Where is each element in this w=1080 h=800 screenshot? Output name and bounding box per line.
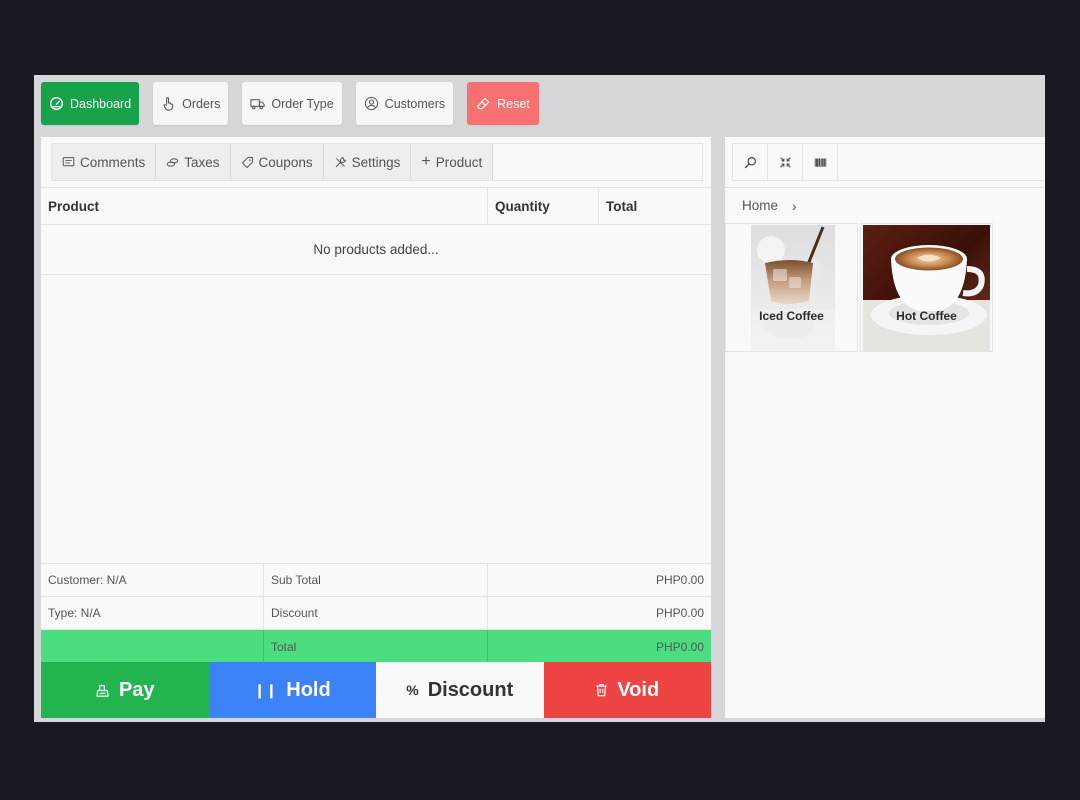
barcode-button[interactable] [803, 144, 838, 180]
eraser-icon [476, 97, 490, 110]
iced-coffee-image [751, 225, 835, 351]
cash-register-icon [96, 683, 109, 697]
search-button[interactable] [733, 144, 768, 180]
customer-value: Customer: N/A [41, 564, 264, 596]
pos-app: Dashboard Orders Order Type Customers Re… [34, 75, 1045, 722]
tab-product-label: Product [435, 154, 483, 170]
tab-coupons-label: Coupons [258, 154, 313, 170]
comment-icon [62, 156, 75, 166]
dashboard-button[interactable]: Dashboard [41, 82, 140, 125]
tab-coupons[interactable]: Coupons [230, 144, 324, 180]
summary-row-discount: Type: N/A Discount PHP0.00 [41, 597, 711, 630]
hot-coffee-image [863, 225, 990, 351]
column-total: Total [606, 198, 638, 214]
summary-row-total: Total PHP0.00 [41, 630, 711, 663]
order-type-label: Order Type [271, 96, 334, 111]
hold-label: Hold [286, 678, 331, 701]
pause-icon: ❙❙ [253, 681, 278, 698]
product-card-hot-coffee[interactable]: Hot Coffee [860, 223, 993, 352]
hold-button[interactable]: ❙❙ Hold [208, 662, 376, 718]
empty-cart-message: No products added... [41, 225, 711, 275]
void-label: Void [617, 678, 660, 701]
compress-icon [779, 156, 791, 168]
customers-label: Customers [384, 96, 446, 111]
product-card-iced-coffee[interactable]: Iced Coffee [725, 223, 858, 352]
discount-button-label: Discount [427, 678, 514, 701]
discount-label: Discount [264, 597, 488, 629]
top-toolbar: Dashboard Orders Order Type Customers Re… [41, 82, 539, 125]
tab-settings-label: Settings [351, 154, 401, 170]
tab-taxes-label: Taxes [184, 154, 220, 170]
customers-button[interactable]: Customers [355, 82, 454, 125]
collapse-button[interactable] [768, 144, 803, 180]
barcode-icon [814, 157, 826, 167]
column-quantity: Quantity [488, 188, 599, 224]
total-label: Total [264, 630, 488, 663]
chevron-right-icon: › [792, 197, 797, 214]
truck-icon [250, 99, 265, 110]
summary-row-subtotal: Customer: N/A Sub Total PHP0.00 [41, 564, 711, 597]
cart-tabs: Comments Taxes Coupons Settings + Produc… [51, 143, 703, 181]
plus-icon: + [421, 153, 431, 170]
breadcrumb: Home › [725, 187, 1045, 223]
product-grid: Iced Coffee Hot Coffee [725, 223, 993, 352]
cart-panel: Comments Taxes Coupons Settings + Produc… [41, 137, 711, 718]
trash-icon [596, 683, 608, 697]
reset-label: Reset [497, 96, 530, 111]
order-type-button[interactable]: Order Type [242, 82, 342, 125]
reset-button[interactable]: Reset [467, 82, 539, 125]
tab-taxes[interactable]: Taxes [156, 144, 231, 180]
column-product: Product [41, 188, 488, 224]
product-name: Iced Coffee [759, 309, 824, 323]
discount-value: PHP0.00 [655, 606, 704, 620]
search-icon [744, 156, 756, 168]
tab-comments[interactable]: Comments [52, 144, 157, 180]
percent-icon: % [406, 682, 419, 698]
orders-button[interactable]: Orders [153, 82, 229, 125]
coins-icon [166, 157, 179, 167]
cart-summary: Customer: N/A Sub Total PHP0.00 Type: N/… [41, 563, 711, 663]
hand-pointer-icon [163, 97, 174, 111]
catalog-toolbar [732, 143, 1045, 181]
orders-label: Orders [182, 96, 221, 111]
dashboard-label: Dashboard [70, 96, 132, 111]
tools-icon [335, 156, 346, 167]
order-type-value: Type: N/A [41, 597, 264, 629]
gauge-icon [49, 96, 64, 111]
cart-table-header: Product Quantity Total [41, 187, 711, 225]
subtotal-value: PHP0.00 [655, 573, 704, 587]
tab-add-product[interactable]: + Product [411, 144, 494, 180]
total-spacer [41, 630, 264, 663]
cart-actions: Pay ❙❙ Hold % Discount Void [41, 662, 711, 718]
tab-settings[interactable]: Settings [323, 144, 412, 180]
total-value: PHP0.00 [655, 639, 704, 654]
subtotal-label: Sub Total [264, 564, 488, 596]
tag-icon [241, 156, 253, 168]
pay-label: Pay [118, 678, 155, 701]
pay-button[interactable]: Pay [41, 662, 209, 718]
product-name: Hot Coffee [896, 309, 957, 323]
void-button[interactable]: Void [543, 662, 711, 718]
user-circle-icon [364, 96, 378, 111]
breadcrumb-home[interactable]: Home [742, 198, 778, 213]
catalog-panel: Home › Iced Coffee Hot Coffee [725, 137, 1045, 718]
tab-comments-label: Comments [80, 154, 146, 170]
discount-button[interactable]: % Discount [376, 662, 544, 718]
